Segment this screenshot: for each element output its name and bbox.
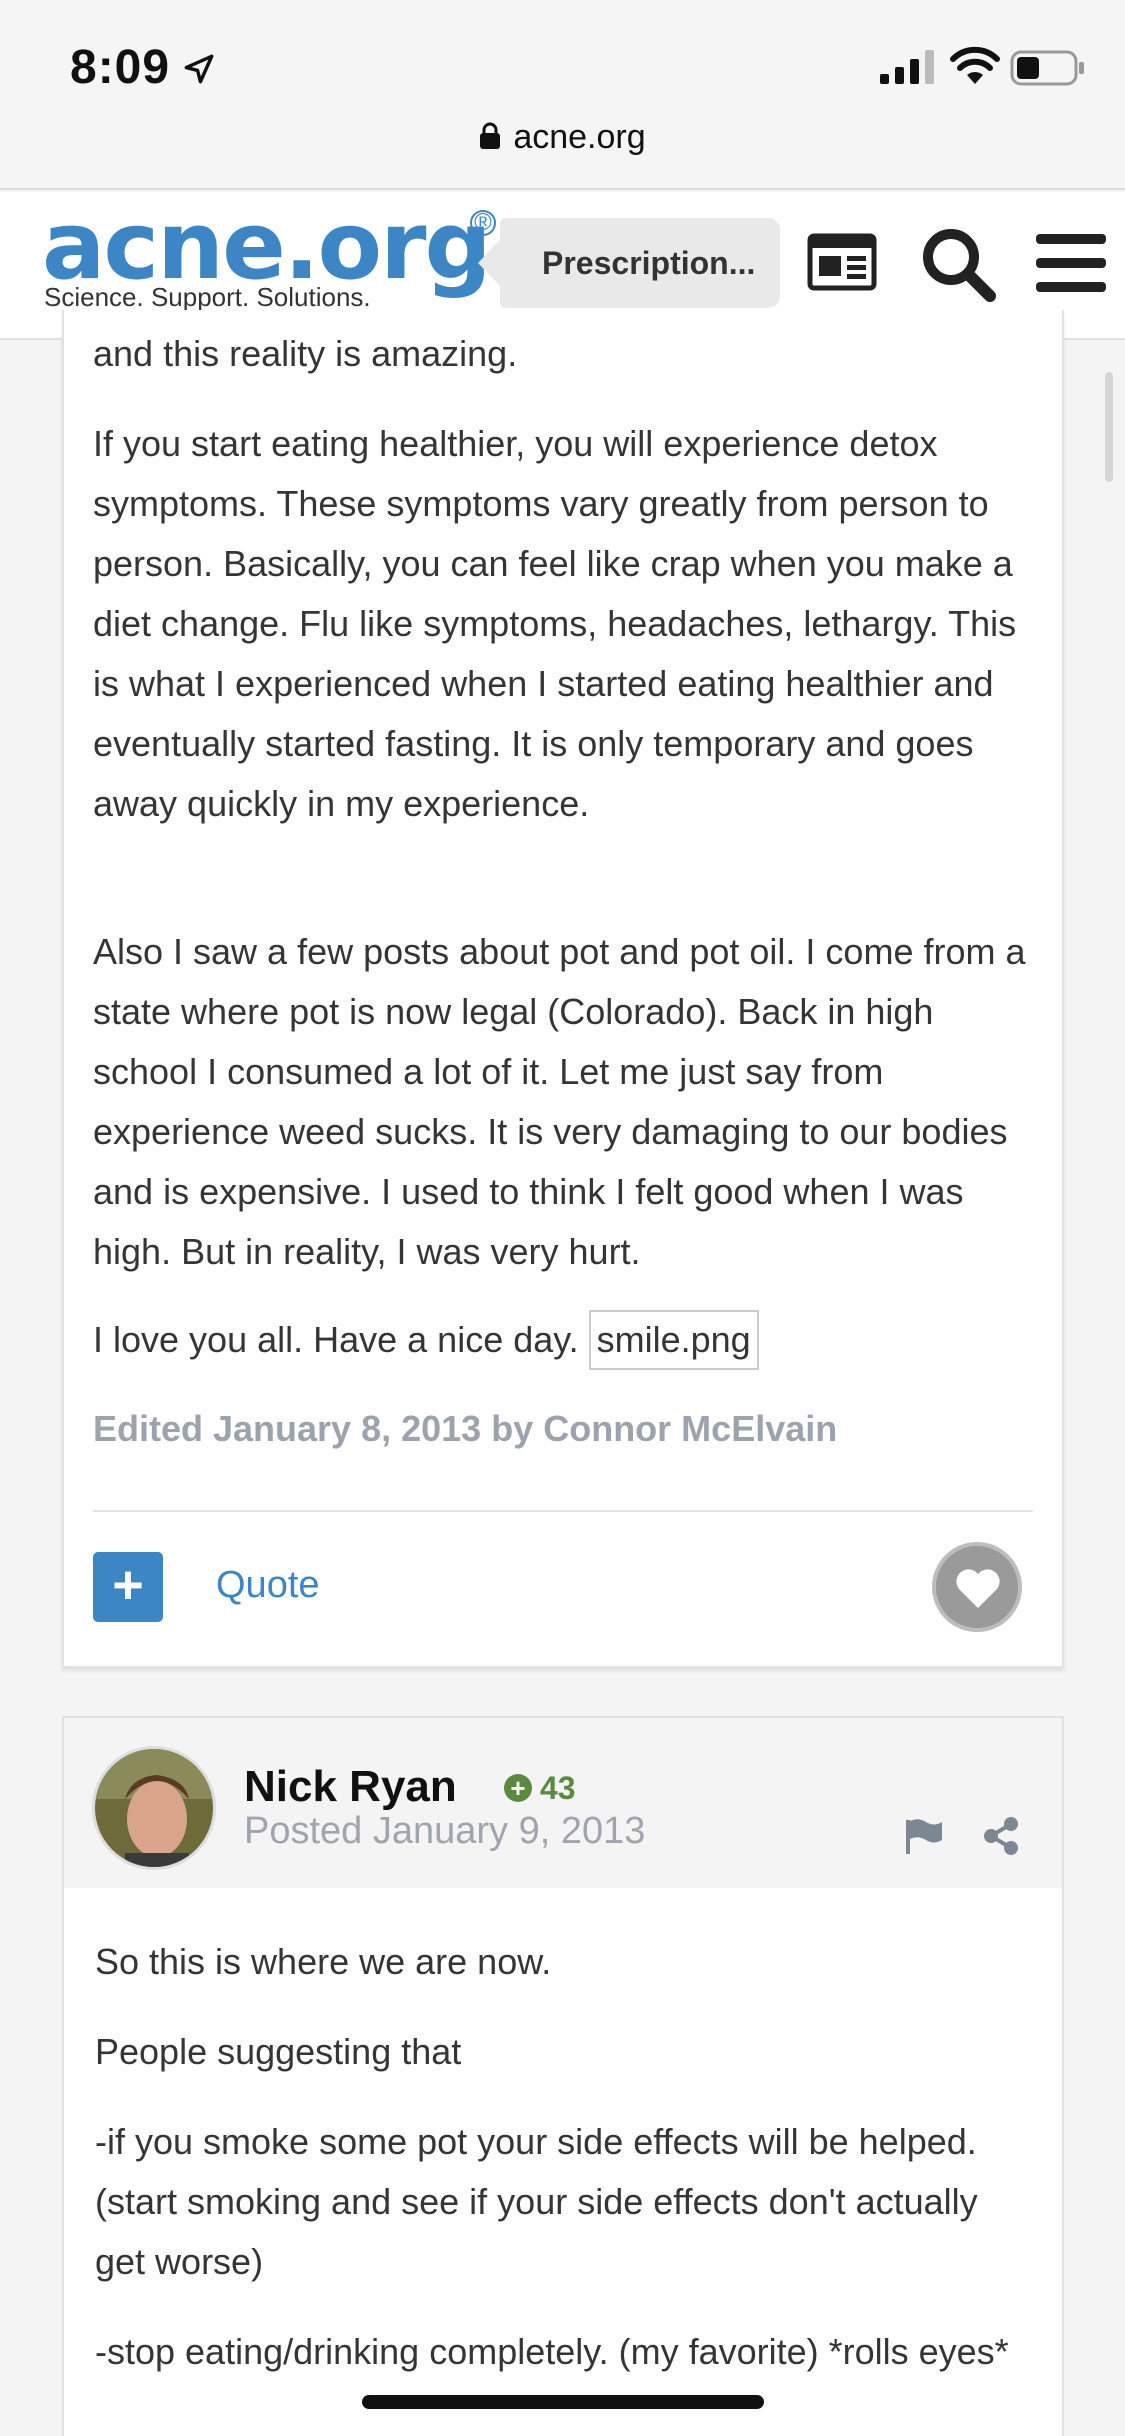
avatar[interactable] — [92, 1746, 216, 1870]
avatar-image — [95, 1749, 213, 1867]
search-icon[interactable] — [918, 224, 998, 304]
post-paragraph: -stop eating/drinking completely. (my fa… — [95, 2331, 1009, 2372]
home-indicator[interactable] — [362, 2395, 764, 2409]
url-text: acne.org — [513, 118, 646, 156]
quote-button[interactable]: Quote — [216, 1564, 320, 1607]
post-paragraph: Also I saw a few posts about pot and pot… — [93, 931, 1026, 1272]
post-text: I love you all. Have a nice day. — [93, 1319, 579, 1360]
post-paragraph: and this reality is amazing. — [93, 333, 518, 374]
page-scrollbar[interactable] — [1105, 372, 1113, 482]
post-paragraph: If you start eating healthier, you will … — [93, 423, 1017, 824]
like-button[interactable] — [932, 1542, 1022, 1632]
status-bar: 8:09 acne.org — [0, 0, 1125, 190]
author-name[interactable]: Nick Ryan — [244, 1762, 457, 1812]
post-date[interactable]: Posted January 9, 2013 — [244, 1810, 645, 1853]
menu-icon[interactable] — [1036, 234, 1106, 292]
post-header: Nick Ryan +43 Posted January 9, 2013 — [64, 1718, 1062, 1888]
status-time: 8:09 — [70, 41, 171, 94]
post-divider — [93, 1510, 1033, 1512]
newspaper-icon[interactable] — [806, 232, 878, 292]
site-logo[interactable]: acne.org — [42, 200, 492, 294]
smile-image-placeholder: smile.png — [588, 1310, 759, 1370]
url-bar[interactable]: acne.org — [0, 118, 1125, 157]
cellular-signal-icon — [880, 50, 934, 84]
plus-circle-icon: + — [504, 1774, 532, 1802]
post-paragraph-last: I love you all. Have a nice day. smile.p… — [93, 1310, 1033, 1370]
edited-note: Edited January 8, 2013 by Connor McElvai… — [93, 1408, 838, 1449]
wifi-icon — [950, 46, 1000, 84]
breadcrumb-button[interactable]: Prescription... — [478, 218, 780, 308]
post-paragraph: People suggesting that — [95, 2031, 462, 2072]
flag-icon[interactable] — [904, 1818, 944, 1854]
heart-icon — [956, 1569, 1000, 1608]
forum-post-card: Nick Ryan +43 Posted January 9, 2013 So … — [62, 1716, 1064, 2436]
registered-mark: ® — [470, 210, 496, 236]
site-tagline: Science. Support. Solutions. — [44, 282, 371, 312]
post-paragraph: -if you smoke some pot your side effects… — [95, 2121, 978, 2282]
reputation-badge: +43 — [504, 1770, 576, 1807]
share-icon[interactable] — [982, 1816, 1020, 1856]
lock-icon — [480, 122, 501, 149]
multiquote-button[interactable]: + — [93, 1552, 163, 1622]
post-paragraph: So this is where we are now. — [95, 1941, 552, 1982]
battery-icon — [1010, 50, 1084, 86]
reputation-count: 43 — [540, 1770, 576, 1806]
location-arrow-icon — [184, 54, 214, 84]
